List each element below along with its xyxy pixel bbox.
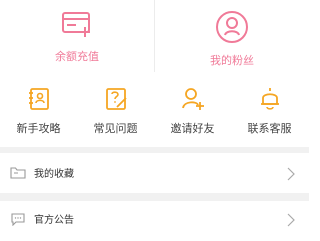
folder-icon xyxy=(10,165,26,184)
card-plus-icon xyxy=(60,10,94,44)
my-fans-label: 我的粉丝 xyxy=(210,54,254,67)
my-fans-button[interactable]: 我的粉丝 xyxy=(155,0,309,80)
menu-item-label: 我的收藏 xyxy=(34,169,74,180)
support-label: 联系客服 xyxy=(247,122,292,135)
guide-book-icon xyxy=(26,86,52,116)
recharge-label: 余额充值 xyxy=(55,50,99,63)
guide-button[interactable]: 新手攻略 xyxy=(0,80,77,144)
invite-user-icon xyxy=(180,86,206,116)
section-divider xyxy=(0,193,309,201)
menu-item-favorites[interactable]: 我的收藏 xyxy=(0,153,309,193)
chevron-right-icon xyxy=(287,166,295,185)
bell-icon xyxy=(257,86,283,116)
invite-button[interactable]: 邀请好友 xyxy=(154,80,231,144)
user-circle-icon xyxy=(215,10,249,48)
invite-label: 邀请好友 xyxy=(170,122,215,135)
top-actions: 余额充值 我的粉丝 xyxy=(0,0,309,80)
message-icon xyxy=(10,211,26,230)
quick-links: 新手攻略 常见问题 邀请好友 联系客服 xyxy=(0,80,309,144)
question-edit-icon xyxy=(103,86,129,116)
guide-label: 新手攻略 xyxy=(16,122,61,135)
menu-item-label: 官方公告 xyxy=(34,215,74,226)
faq-button[interactable]: 常见问题 xyxy=(77,80,154,144)
faq-label: 常见问题 xyxy=(93,122,138,135)
recharge-button[interactable]: 余额充值 xyxy=(0,0,154,80)
menu-item-announcements[interactable]: 官方公告 xyxy=(0,201,309,241)
support-button[interactable]: 联系客服 xyxy=(231,80,308,144)
chevron-right-icon xyxy=(287,212,295,231)
